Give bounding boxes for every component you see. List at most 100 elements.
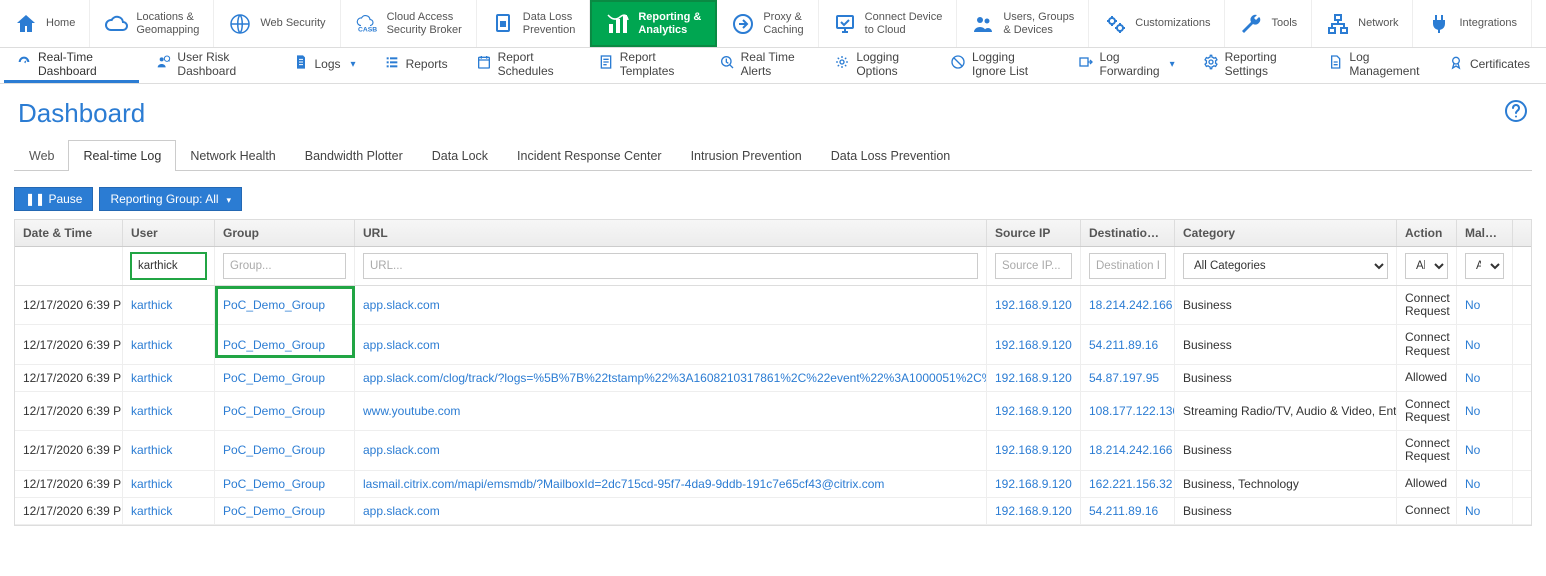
cell-malware-link[interactable]: No: [1465, 298, 1480, 312]
col-user[interactable]: User: [123, 220, 215, 246]
cell-malware-link[interactable]: No: [1465, 404, 1480, 418]
subnav-report-templates[interactable]: Report Templates: [586, 48, 703, 83]
filter-malware-select[interactable]: All: [1465, 253, 1504, 279]
cell-source-ip-link[interactable]: 192.168.9.120: [995, 298, 1072, 312]
globe-icon: [228, 12, 252, 36]
cell-user-link[interactable]: karthick: [131, 338, 172, 352]
filter-group-input[interactable]: [223, 253, 346, 279]
topnav-home[interactable]: Home: [0, 0, 90, 47]
cell-url-link[interactable]: app.slack.com: [363, 298, 440, 312]
subnav-logs[interactable]: Logs: [281, 48, 368, 83]
cell-url-link[interactable]: lasmail.citrix.com/mapi/emsmdb/?MailboxI…: [363, 477, 884, 491]
col-destination-ip[interactable]: Destination IP: [1081, 220, 1175, 246]
cell-group-link[interactable]: PoC_Demo_Group: [223, 404, 325, 418]
topnav-connect-device-to-cloud[interactable]: Connect Deviceto Cloud: [819, 0, 958, 47]
filter-category-select[interactable]: All Categories: [1183, 253, 1388, 279]
cell-malware-link[interactable]: No: [1465, 371, 1480, 385]
cell-url-link[interactable]: app.slack.com: [363, 338, 440, 352]
topnav-proxy-caching[interactable]: Proxy &Caching: [717, 0, 818, 47]
topnav-label: Users, Groups& Devices: [1003, 11, 1074, 36]
tab-real-time-log[interactable]: Real-time Log: [68, 140, 176, 171]
cell-url-link[interactable]: app.slack.com: [363, 443, 440, 457]
cell-url-link[interactable]: app.slack.com: [363, 504, 440, 518]
cell-group-link[interactable]: PoC_Demo_Group: [223, 298, 325, 312]
cell-url-link[interactable]: www.youtube.com: [363, 404, 460, 418]
filter-source-ip-input[interactable]: [995, 253, 1072, 279]
cell-group-link[interactable]: PoC_Demo_Group: [223, 504, 325, 518]
tab-data-lock[interactable]: Data Lock: [417, 140, 503, 171]
tab-data-loss-prevention[interactable]: Data Loss Prevention: [816, 140, 966, 171]
cell-user-link[interactable]: karthick: [131, 371, 172, 385]
topnav-customizations[interactable]: Customizations: [1089, 0, 1225, 47]
filter-url-input[interactable]: [363, 253, 978, 279]
col-category[interactable]: Category: [1175, 220, 1397, 246]
topnav-cloud-access-security-broker[interactable]: CASBCloud AccessSecurity Broker: [341, 0, 477, 47]
subnav-user-risk-dashboard[interactable]: User Risk Dashboard: [143, 48, 276, 83]
subnav-label: Logging Ignore List: [972, 50, 1050, 78]
subnav-log-management[interactable]: Log Management: [1315, 48, 1432, 83]
cell-dest-ip-link[interactable]: 162.221.156.32: [1089, 477, 1172, 491]
col-source-ip[interactable]: Source IP: [987, 220, 1081, 246]
cell-source-ip-link[interactable]: 192.168.9.120: [995, 477, 1072, 491]
cell-user-link[interactable]: karthick: [131, 477, 172, 491]
cell-group-link[interactable]: PoC_Demo_Group: [223, 371, 325, 385]
col-group[interactable]: Group: [215, 220, 355, 246]
tab-bandwidth-plotter[interactable]: Bandwidth Plotter: [290, 140, 418, 171]
cell-source-ip-link[interactable]: 192.168.9.120: [995, 338, 1072, 352]
filter-dest-ip-input[interactable]: [1089, 253, 1166, 279]
cell-dest-ip-link[interactable]: 108.177.122.136: [1089, 404, 1175, 418]
col-date-time[interactable]: Date & Time: [15, 220, 123, 246]
col-action[interactable]: Action: [1397, 220, 1457, 246]
cell-dest-ip-link[interactable]: 18.214.242.166: [1089, 298, 1172, 312]
cell-group-link[interactable]: PoC_Demo_Group: [223, 443, 325, 457]
cell-user-link[interactable]: karthick: [131, 443, 172, 457]
table-body: 12/17/2020 6:39 PMkarthickPoC_Demo_Group…: [15, 286, 1531, 525]
cell-malware-link[interactable]: No: [1465, 504, 1480, 518]
pause-button[interactable]: ❚❚ Pause: [14, 187, 93, 211]
topnav-tools[interactable]: Tools: [1225, 0, 1312, 47]
tab-web[interactable]: Web: [14, 140, 69, 171]
tab-incident-response-center[interactable]: Incident Response Center: [502, 140, 677, 171]
subnav-logging-ignore-list[interactable]: Logging Ignore List: [938, 48, 1062, 83]
tab-network-health[interactable]: Network Health: [175, 140, 290, 171]
cell-dest-ip-link[interactable]: 18.214.242.166: [1089, 443, 1172, 457]
cell-user-link[interactable]: karthick: [131, 504, 172, 518]
cell-dest-ip-link[interactable]: 54.211.89.16: [1089, 338, 1158, 352]
cell-group-link[interactable]: PoC_Demo_Group: [223, 338, 325, 352]
cell-url-link[interactable]: app.slack.com/clog/track/?logs=%5B%7B%22…: [363, 371, 987, 385]
cell-group-link[interactable]: PoC_Demo_Group: [223, 477, 325, 491]
cell-dest-ip-link[interactable]: 54.211.89.16: [1089, 504, 1158, 518]
subnav-certificates[interactable]: Certificates: [1436, 48, 1542, 83]
topnav-data-loss-prevention[interactable]: Data LossPrevention: [477, 0, 591, 47]
topnav-locations-geomapping[interactable]: Locations &Geomapping: [90, 0, 214, 47]
subnav-reports[interactable]: Reports: [372, 48, 460, 83]
col-url[interactable]: URL: [355, 220, 987, 246]
topnav-integrations[interactable]: Integrations: [1413, 0, 1531, 47]
cell-source-ip-link[interactable]: 192.168.9.120: [995, 404, 1072, 418]
topnav-web-security[interactable]: Web Security: [214, 0, 340, 47]
reporting-group-dropdown[interactable]: Reporting Group: All: [99, 187, 242, 211]
cell-malware-link[interactable]: No: [1465, 443, 1480, 457]
topnav-users-groups-devices[interactable]: Users, Groups& Devices: [957, 0, 1089, 47]
cell-source-ip-link[interactable]: 192.168.9.120: [995, 371, 1072, 385]
cell-source-ip-link[interactable]: 192.168.9.120: [995, 504, 1072, 518]
filter-action-select[interactable]: All: [1405, 253, 1448, 279]
cell-malware-link[interactable]: No: [1465, 338, 1480, 352]
subnav-real-time-alerts[interactable]: Real Time Alerts: [707, 48, 819, 83]
cell-malware-link[interactable]: No: [1465, 477, 1480, 491]
help-icon[interactable]: [1504, 99, 1528, 129]
topnav-reporting-analytics[interactable]: Reporting &Analytics: [590, 0, 717, 47]
cell-source-ip-link[interactable]: 192.168.9.120: [995, 443, 1072, 457]
filter-user-input[interactable]: [131, 253, 206, 279]
cell-user-link[interactable]: karthick: [131, 404, 172, 418]
subnav-log-forwarding[interactable]: Log Forwarding: [1066, 48, 1187, 83]
topnav-network[interactable]: Network: [1312, 0, 1413, 47]
subnav-reporting-settings[interactable]: Reporting Settings: [1191, 48, 1312, 83]
cell-user-link[interactable]: karthick: [131, 298, 172, 312]
subnav-real-time-dashboard[interactable]: Real-Time Dashboard: [4, 48, 139, 83]
tab-intrusion-prevention[interactable]: Intrusion Prevention: [676, 140, 817, 171]
col-malware[interactable]: Malware: [1457, 220, 1513, 246]
cell-dest-ip-link[interactable]: 54.87.197.95: [1089, 371, 1159, 385]
subnav-report-schedules[interactable]: Report Schedules: [464, 48, 582, 83]
subnav-logging-options[interactable]: Logging Options: [822, 48, 934, 83]
